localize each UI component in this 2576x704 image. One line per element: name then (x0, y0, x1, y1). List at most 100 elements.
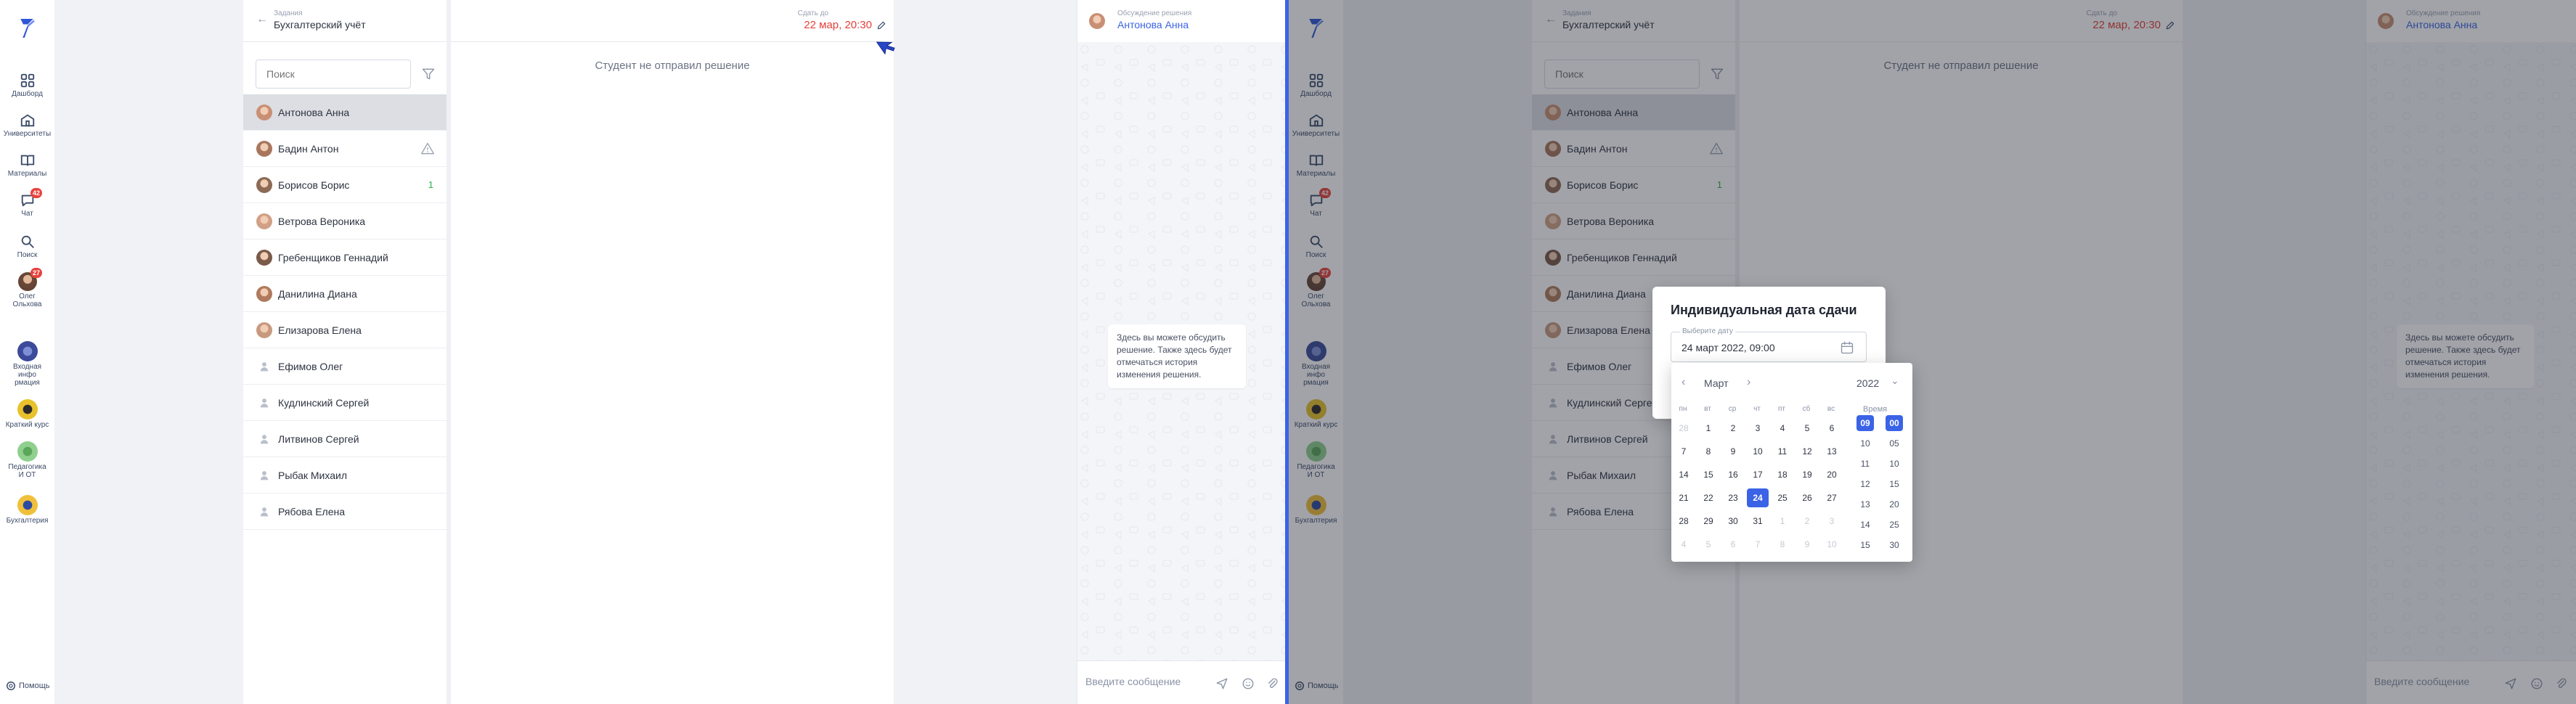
calendar-day[interactable]: 6 (1821, 419, 1843, 438)
nav-label: Олег Ольхова (12, 292, 42, 308)
minute-option[interactable]: 15 (1886, 476, 1903, 492)
hour-option[interactable]: 11 (1856, 456, 1874, 472)
calendar-day[interactable]: 28 (1673, 512, 1695, 531)
minute-option[interactable]: 00 (1886, 415, 1903, 431)
calendar-icon[interactable] (1840, 340, 1854, 355)
modal-overlay[interactable] (1289, 0, 2576, 704)
calendar-day[interactable]: 9 (1796, 535, 1818, 554)
calendar-day[interactable]: 17 (1747, 465, 1769, 484)
student-row[interactable]: Ветрова Вероника (243, 203, 447, 240)
student-row[interactable]: Литвинов Сергей (243, 421, 447, 457)
student-row[interactable]: Борисов Борис 1 (243, 167, 447, 203)
minute-option[interactable]: 10 (1886, 456, 1903, 472)
student-name: Данилина Диана (278, 288, 357, 300)
student-row[interactable]: Гребенщиков Геннадий (243, 240, 447, 276)
calendar-day[interactable]: 16 (1722, 465, 1744, 484)
calendar-day[interactable]: 25 (1772, 488, 1793, 507)
year-chevron-down-icon[interactable]: ⌄ (1891, 374, 1899, 387)
calendar-day[interactable]: 15 (1697, 465, 1719, 484)
nav-item-1[interactable]: Университеты (0, 112, 54, 138)
course-item-1[interactable]: Краткий курс (0, 399, 54, 429)
student-avatar (256, 322, 272, 338)
hour-option[interactable]: 13 (1856, 496, 1874, 512)
next-month-chevron-icon[interactable]: › (1747, 376, 1750, 389)
calendar-day[interactable]: 2 (1796, 512, 1818, 531)
course-item-2[interactable]: Педагогика И ОТ (0, 441, 54, 479)
calendar-day[interactable]: 22 (1697, 488, 1719, 507)
nav-item-0[interactable]: Дашборд (0, 73, 54, 98)
calendar-day[interactable]: 10 (1821, 535, 1843, 554)
calendar-day[interactable]: 2 (1722, 419, 1744, 438)
calendar-day[interactable]: 5 (1697, 535, 1719, 554)
search-input[interactable] (256, 60, 411, 89)
hour-option[interactable]: 10 (1856, 435, 1874, 451)
calendar-day[interactable]: 3 (1821, 512, 1843, 531)
hour-option[interactable]: 14 (1856, 517, 1874, 533)
nav-item-4[interactable]: Поиск (0, 234, 54, 259)
prev-month-chevron-icon[interactable]: ‹ (1682, 376, 1685, 389)
attach-icon[interactable] (1266, 677, 1279, 690)
nav-item-2[interactable]: Материалы (0, 152, 54, 178)
calendar-day[interactable]: 11 (1772, 442, 1793, 461)
student-row[interactable]: Бадин Антон (243, 131, 447, 167)
course-label: Педагогика И ОТ (8, 463, 46, 479)
discussion-chat-panel: Обсуждение решения Антонова Анна Здесь вы … (1077, 0, 1287, 704)
minute-option[interactable]: 25 (1886, 517, 1903, 533)
calendar-day[interactable]: 1 (1772, 512, 1793, 531)
calendar-day[interactable]: 5 (1796, 419, 1818, 438)
course-item-0[interactable]: Входная инфо рмация (0, 341, 54, 387)
calendar-day[interactable]: 7 (1747, 535, 1769, 554)
calendar-day[interactable]: 19 (1796, 465, 1818, 484)
calendar-day[interactable]: 31 (1747, 512, 1769, 531)
message-input[interactable]: Введите сообщение (1085, 676, 1181, 687)
calendar-day[interactable]: 8 (1772, 535, 1793, 554)
calendar-day[interactable]: 6 (1722, 535, 1744, 554)
hour-option[interactable]: 09 (1856, 415, 1874, 431)
calendar-day[interactable]: 9 (1722, 442, 1744, 461)
calendar-day[interactable]: 12 (1796, 442, 1818, 461)
send-icon[interactable] (1215, 677, 1228, 690)
calendar-day[interactable]: 28 (1673, 419, 1695, 438)
calendar-day[interactable]: 30 (1722, 512, 1744, 531)
student-row[interactable]: Ефимов Олег (243, 348, 447, 385)
calendar-day[interactable]: 1 (1697, 419, 1719, 438)
calendar-day[interactable]: 27 (1821, 488, 1843, 507)
hour-option[interactable]: 12 (1856, 476, 1874, 492)
student-row[interactable]: Антонова Анна (243, 94, 447, 131)
calendar-day[interactable]: 3 (1747, 419, 1769, 438)
filter-icon[interactable] (421, 67, 436, 81)
nav-item-3[interactable]: 42 Чат (0, 188, 54, 218)
course-item-3[interactable]: Бухгалтерия (0, 495, 54, 525)
date-input-field[interactable]: Выберите дату 24 март 2022, 09:00 (1671, 327, 1867, 362)
minute-option[interactable]: 05 (1886, 435, 1903, 451)
calendar-day[interactable]: 10 (1747, 442, 1769, 461)
calendar-day[interactable]: 29 (1697, 512, 1719, 531)
nav-item-5[interactable]: 27 Олег Ольхова (0, 268, 54, 308)
chat-caption: Обсуждение решения (1117, 9, 1192, 17)
selected-day[interactable]: 24 (1747, 488, 1769, 507)
calendar-day[interactable]: 4 (1772, 419, 1793, 438)
hour-option[interactable]: 15 (1856, 537, 1874, 553)
minute-option[interactable]: 30 (1886, 537, 1903, 553)
calendar-day[interactable]: 18 (1772, 465, 1793, 484)
calendar-day[interactable]: 13 (1821, 442, 1843, 461)
calendar-day[interactable]: 7 (1673, 442, 1695, 461)
minute-option[interactable]: 20 (1886, 496, 1903, 512)
student-row[interactable]: Данилина Диана (243, 276, 447, 312)
emoji-icon[interactable] (1242, 677, 1255, 690)
calendar-day[interactable]: 8 (1697, 442, 1719, 461)
calendar-day[interactable]: 4 (1673, 535, 1695, 554)
calendar-day[interactable]: 20 (1821, 465, 1843, 484)
student-row[interactable]: Рябова Елена (243, 494, 447, 530)
student-row[interactable]: Кудлинский Сергей (243, 385, 447, 421)
help-link[interactable]: Помощь (6, 681, 50, 691)
search-icon (21, 235, 34, 248)
picker-year[interactable]: 2022 (1856, 377, 1879, 389)
calendar-day[interactable]: 14 (1673, 465, 1695, 484)
calendar-day[interactable]: 26 (1796, 488, 1818, 507)
calendar-day[interactable]: 21 (1673, 488, 1695, 507)
back-arrow-icon[interactable]: ← (256, 13, 268, 26)
calendar-day[interactable]: 23 (1722, 488, 1744, 507)
student-row[interactable]: Рыбак Михаил (243, 457, 447, 494)
student-row[interactable]: Елизарова Елена (243, 312, 447, 348)
